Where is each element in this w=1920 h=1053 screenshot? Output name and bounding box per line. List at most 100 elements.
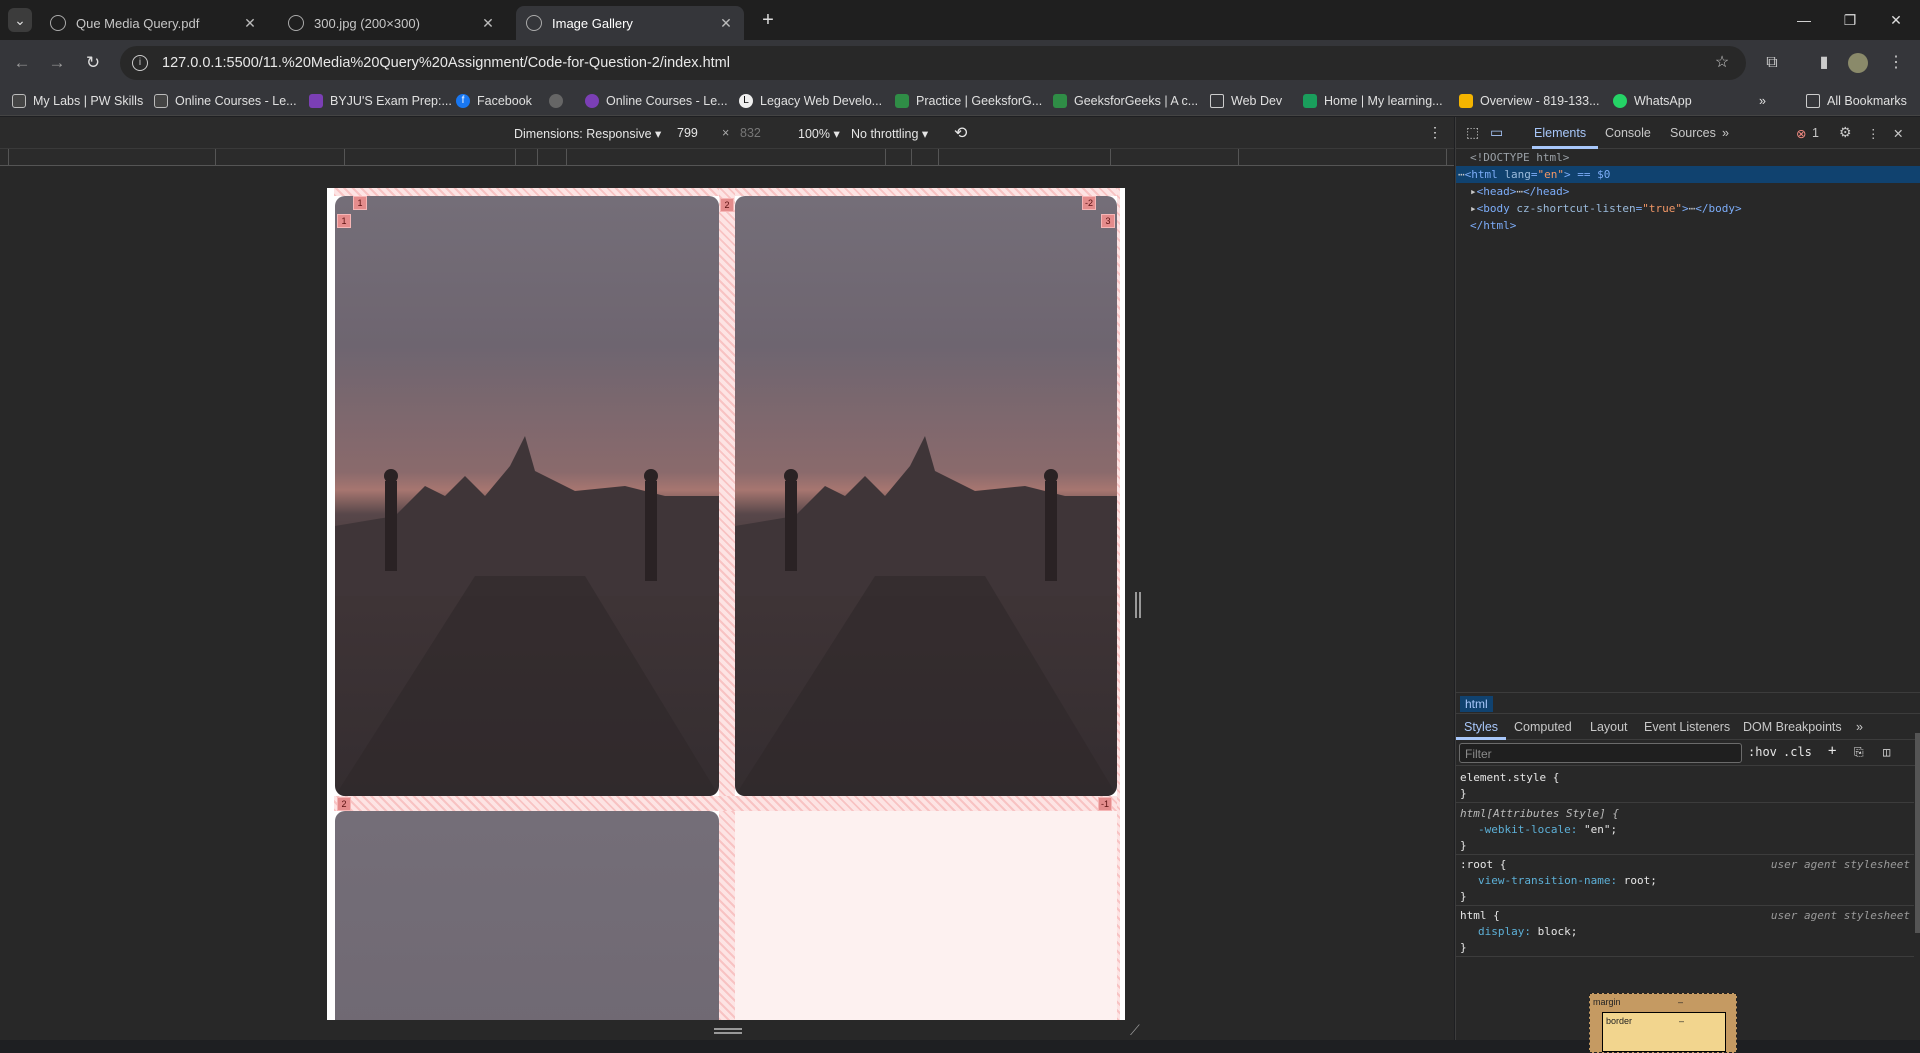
throttling-dropdown[interactable]: No throttling ▾ [851,126,928,141]
device-toggle-icon[interactable]: ▭ [1490,124,1503,141]
back-arrow-icon[interactable]: ← [10,51,34,75]
breadcrumb-html[interactable]: html [1460,696,1493,712]
browser-tab-strip: ⌄ Que Media Query.pdf ✕ 300.jpg (200×300… [0,0,1920,40]
resize-handle-right[interactable] [1135,592,1137,618]
hov-button[interactable]: :hov [1748,745,1777,759]
tab-console[interactable]: Console [1605,126,1651,140]
dom-node-html[interactable]: ⋯<html lang="en"> == $0 [1456,166,1920,183]
bookmark-item[interactable]: Online Courses - Le... [154,92,297,110]
bookmark-item[interactable]: Overview - 819-133... [1459,92,1600,110]
dimensions-dropdown[interactable]: Dimensions: Responsive ▾ [514,126,661,141]
resize-handle-right[interactable] [1139,592,1141,618]
gallery-image [335,811,719,1020]
toggle-sidebar-icon[interactable]: ◫ [1883,745,1890,759]
width-input[interactable]: 799 [677,126,698,140]
devtools-panel: ⬚ ▭ Elements Console Sources » ⊗ 1 ⚙ ⋮ ✕… [1455,117,1920,1053]
bookmark-item[interactable]: L Legacy Web Develo... [739,92,882,110]
new-tab-button[interactable]: + [756,8,780,32]
grid-gap [334,796,1118,811]
zoom-dropdown[interactable]: 100% ▾ [798,126,840,141]
rule-html-attributes[interactable]: html[Attributes Style] { -webkit-locale:… [1456,806,1914,855]
bookmark-item[interactable]: Online Courses - Le... [585,92,728,110]
bookmark-item[interactable]: WhatsApp [1613,92,1692,110]
paint-icon[interactable]: ⎘ [1854,745,1864,760]
box-margin-label: margin [1593,997,1621,1007]
tab-que-media-query[interactable]: Que Media Query.pdf ✕ [40,6,268,40]
rule-html[interactable]: html {user agent stylesheet display: blo… [1456,908,1914,957]
drive-icon [1459,94,1473,108]
address-url: 127.0.0.1:5500/11.%20Media%20Query%20Ass… [162,55,730,71]
rule-element-style[interactable]: element.style { } [1456,770,1914,803]
close-icon[interactable]: ✕ [242,15,258,32]
media-query-bar[interactable] [0,149,1454,166]
bookmark-folder-web-dev[interactable]: Web Dev [1210,92,1282,110]
rule-root[interactable]: :root {user agent stylesheet view-transi… [1456,857,1914,906]
resize-handle-bottom[interactable] [714,1032,742,1034]
learning-icon [1303,94,1317,108]
bookmark-item[interactable]: GeeksforGeeks | A c... [1053,92,1198,110]
legacy-icon: L [739,94,753,108]
more-bookmarks-icon[interactable]: » [1759,92,1766,110]
window-close-icon[interactable]: ✕ [1884,8,1908,32]
reload-icon[interactable]: ↻ [81,51,105,75]
resize-handle-bottom[interactable] [714,1028,742,1030]
minimize-icon[interactable]: — [1792,8,1816,32]
folder-icon [1806,94,1820,108]
forward-arrow-icon[interactable]: → [45,51,69,75]
close-icon[interactable]: ✕ [718,15,734,32]
new-rule-button[interactable]: + [1828,743,1836,759]
bookmark-item[interactable] [549,92,570,110]
styles-filter-input[interactable]: Filter [1459,743,1742,763]
tab-dom-breakpoints[interactable]: DOM Breakpoints [1743,720,1842,734]
tab-sources[interactable]: Sources [1670,126,1716,140]
dom-node-doctype[interactable]: <!DOCTYPE html> [1456,149,1920,166]
restore-icon[interactable]: ❐ [1838,8,1862,32]
tab-styles[interactable]: Styles [1464,720,1498,734]
site-info-icon[interactable]: i [132,55,148,71]
close-icon[interactable]: ✕ [480,15,496,32]
all-bookmarks[interactable]: All Bookmarks [1806,92,1907,110]
tab-computed[interactable]: Computed [1514,720,1572,734]
tab-search-icon[interactable]: ⌄ [8,8,32,32]
tab-image-gallery[interactable]: Image Gallery ✕ [516,6,744,40]
extensions-icon[interactable]: ⧉ [1760,51,1784,75]
devtools-menu-kebab-icon[interactable]: ⋮ [1867,126,1880,141]
device-menu-kebab-icon[interactable]: ⋮ [1428,124,1442,141]
tab-300-jpg[interactable]: 300.jpg (200×300) ✕ [278,6,506,40]
error-icon[interactable]: ⊗ [1796,126,1806,141]
tab-elements[interactable]: Elements [1534,126,1586,140]
folder-icon [1210,94,1224,108]
resize-corner-icon[interactable]: ⟋ [1130,1022,1140,1039]
bridge-photo [735,436,1117,796]
inspect-element-icon[interactable]: ⬚ [1466,124,1479,141]
profile-avatar[interactable] [1848,53,1868,73]
settings-gear-icon[interactable]: ⚙ [1839,124,1852,141]
side-panel-icon[interactable]: ▮ [1812,51,1836,75]
gallery-image [335,196,719,796]
bookmark-item[interactable]: My Labs | PW Skills [12,92,143,110]
dom-node-head[interactable]: ▸<head>⋯</head> [1456,183,1920,200]
bookmark-star-icon[interactable]: ☆ [1710,51,1734,75]
bookmark-item[interactable]: f Facebook [456,92,532,110]
more-tabs-icon[interactable]: » [1856,720,1863,734]
grid-gap [719,188,735,1020]
tab-event-listeners[interactable]: Event Listeners [1644,720,1730,734]
bookmark-item[interactable]: BYJU'S Exam Prep:... [309,92,452,110]
unacademy-icon [585,94,599,108]
height-input[interactable]: 832 [740,126,761,140]
rotate-icon[interactable]: ⟲ [954,123,967,143]
cls-button[interactable]: .cls [1783,745,1812,759]
gallery-image [735,196,1117,796]
menu-kebab-icon[interactable]: ⋮ [1884,51,1908,75]
dom-node-html-close[interactable]: </html> [1456,217,1920,234]
dom-node-body[interactable]: ▸<body cz-shortcut-listen="true">⋯</body… [1456,200,1920,217]
more-tabs-icon[interactable]: » [1722,126,1729,140]
devtools-close-icon[interactable]: ✕ [1893,126,1903,141]
tab-layout[interactable]: Layout [1590,720,1628,734]
bookmark-item[interactable]: Practice | GeeksforG... [895,92,1042,110]
device-toolbar: Dimensions: Responsive ▾ 799 × 832 100% … [0,117,1454,149]
grid-line-label: 1 [353,196,367,210]
styles-scrollbar[interactable] [1915,733,1920,933]
address-bar[interactable]: i 127.0.0.1:5500/11.%20Media%20Query%20A… [120,46,1746,80]
bookmark-item[interactable]: Home | My learning... [1303,92,1443,110]
